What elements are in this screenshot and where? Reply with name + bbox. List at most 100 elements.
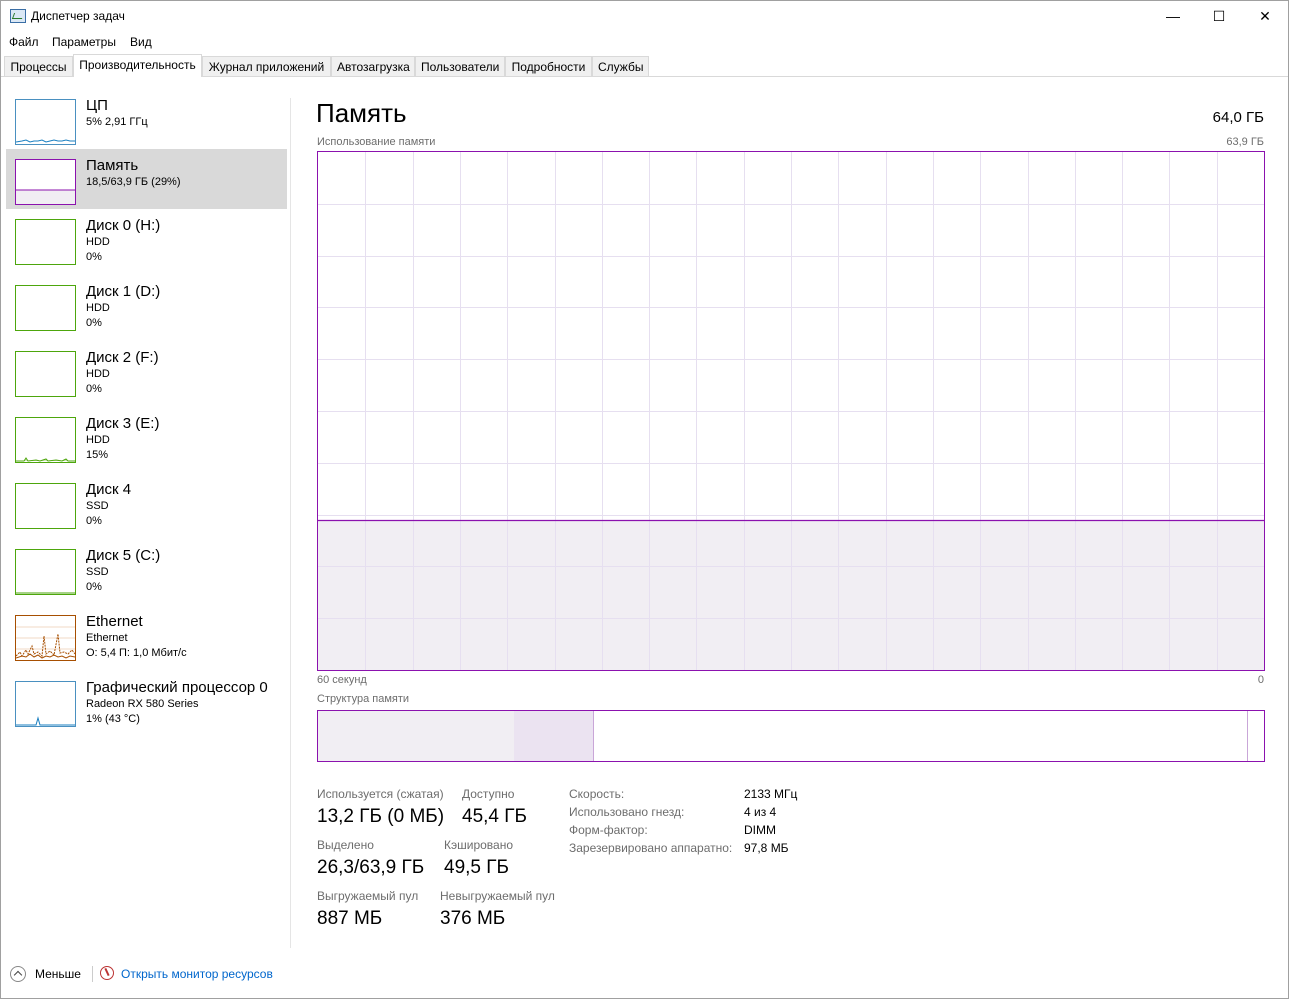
memory-composition-bar xyxy=(317,710,1265,762)
tab-processes[interactable]: Процессы xyxy=(4,56,73,76)
minimize-button[interactable]: — xyxy=(1150,1,1196,31)
sidebar-item-name: Память xyxy=(86,157,139,174)
cpu-mini-graph xyxy=(16,139,75,143)
disk2-thumbnail xyxy=(15,351,76,397)
committed-value: 26,3/63,9 ГБ xyxy=(317,857,425,878)
window-title: Диспетчер задач xyxy=(31,9,125,23)
sidebar-item-name: Диск 1 (D:) xyxy=(86,283,161,300)
sidebar-item-cpu[interactable]: ЦП 5% 2,91 ГГц xyxy=(6,97,287,157)
memory-usage-chart xyxy=(318,152,1264,670)
paged-pool-value: 887 МБ xyxy=(317,908,383,929)
sidebar-item-usage: 1% (43 °C) xyxy=(86,713,140,725)
menu-file[interactable]: Файл xyxy=(9,35,39,49)
sidebar-item-gpu[interactable]: Графический процессор 0 Radeon RX 580 Se… xyxy=(6,679,287,739)
in-use-label: Используется (сжатая) xyxy=(317,787,444,801)
sidebar-item-type: HDD xyxy=(86,368,110,380)
graph-label: Использование памяти xyxy=(317,136,436,148)
close-button[interactable]: ✕ xyxy=(1242,1,1288,31)
memory-usage-graph xyxy=(317,151,1265,671)
sidebar-item-disk-1[interactable]: Диск 1 (D:) HDD 0% xyxy=(6,283,287,343)
task-manager-icon xyxy=(10,9,26,23)
form-factor-value: DIMM xyxy=(744,823,776,837)
cached-value: 49,5 ГБ xyxy=(444,857,510,878)
available-value: 45,4 ГБ xyxy=(462,806,528,827)
sidebar-item-disk-3[interactable]: Диск 3 (E:) HDD 15% xyxy=(6,415,287,475)
disk0-thumbnail xyxy=(15,219,76,265)
sidebar-item-detail: 5% 2,91 ГГц xyxy=(86,116,148,128)
sidebar-item-type: HDD xyxy=(86,236,110,248)
footer-divider xyxy=(92,966,93,982)
menu-view[interactable]: Вид xyxy=(130,35,152,49)
hw-reserved-value: 97,8 МБ xyxy=(744,841,789,855)
in-use-value: 13,2 ГБ (0 МБ) xyxy=(317,806,445,827)
sidebar-item-disk-4[interactable]: Диск 4 SSD 0% xyxy=(6,481,287,541)
sidebar-item-memory[interactable]: Память 18,5/63,9 ГБ (29%) xyxy=(6,149,287,209)
disk5-mini-graph xyxy=(16,592,75,594)
sidebar-item-throughput: О: 5,4 П: 1,0 Мбит/с xyxy=(86,647,187,659)
sidebar-item-type: SSD xyxy=(86,566,109,578)
sidebar-item-detail: 18,5/63,9 ГБ (29%) xyxy=(86,176,181,188)
sidebar-item-disk-0[interactable]: Диск 0 (H:) HDD 0% xyxy=(6,217,287,277)
nonpaged-pool-label: Невыгружаемый пул xyxy=(440,889,555,903)
sidebar-item-usage: 0% xyxy=(86,383,102,395)
paged-pool-label: Выгружаемый пул xyxy=(317,889,419,903)
fewer-details-button[interactable]: Меньше xyxy=(35,967,81,981)
memory-structure-label: Структура памяти xyxy=(317,693,410,705)
open-resource-monitor-link[interactable]: Открыть монитор ресурсов xyxy=(121,967,273,981)
resource-monitor-icon xyxy=(100,966,114,980)
cached-label: Кэшировано xyxy=(444,838,514,852)
tab-app-history[interactable]: Журнал приложений xyxy=(202,56,331,76)
menu-options[interactable]: Параметры xyxy=(52,35,116,49)
time-axis-right: 0 xyxy=(1257,674,1264,686)
disk4-thumbnail xyxy=(15,483,76,529)
sidebar-item-name: Графический процессор 0 xyxy=(86,679,268,696)
time-axis-left: 60 секунд xyxy=(317,674,367,686)
sidebar-item-model: Radeon RX 580 Series xyxy=(86,698,199,710)
speed-label: Скорость: xyxy=(569,787,625,801)
title-bar[interactable]: Диспетчер задач — ☐ ✕ xyxy=(1,1,1288,32)
cpu-thumbnail xyxy=(15,99,76,145)
sidebar-item-disk-2[interactable]: Диск 2 (F:) HDD 0% xyxy=(6,349,287,409)
sidebar-item-name: Ethernet xyxy=(86,613,143,630)
slots-value: 4 из 4 xyxy=(744,805,777,819)
tab-startup[interactable]: Автозагрузка xyxy=(331,56,415,76)
form-factor-label: Форм-фактор: xyxy=(569,823,648,837)
tab-services[interactable]: Службы xyxy=(592,56,649,76)
hw-reserved-label: Зарезервировано аппаратно: xyxy=(569,841,733,855)
ethernet-mini-graph xyxy=(16,626,75,659)
gpu-thumbnail xyxy=(15,681,76,727)
tab-details[interactable]: Подробности xyxy=(505,56,592,76)
memory-mini-graph xyxy=(16,189,75,204)
sidebar-item-name: ЦП xyxy=(86,97,108,114)
sidebar-item-name: Диск 0 (H:) xyxy=(86,217,161,234)
sidebar-item-type: SSD xyxy=(86,500,109,512)
maximize-button[interactable]: ☐ xyxy=(1196,1,1242,31)
memory-thumbnail xyxy=(15,159,76,205)
sidebar-item-usage: 0% xyxy=(86,581,102,593)
chevron-up-icon[interactable] xyxy=(10,966,26,982)
sidebar-divider xyxy=(290,98,291,948)
sidebar-item-disk-5[interactable]: Диск 5 (C:) SSD 0% xyxy=(6,547,287,607)
disk5-thumbnail xyxy=(15,549,76,595)
sidebar-item-name: Диск 5 (C:) xyxy=(86,547,161,564)
close-icon: ✕ xyxy=(1259,7,1271,24)
tab-performance[interactable]: Производительность xyxy=(73,54,202,77)
task-manager-window: Диспетчер задач — ☐ ✕ Файл Параметры Вид… xyxy=(0,0,1289,999)
committed-label: Выделено xyxy=(317,838,374,852)
tab-users[interactable]: Пользователи xyxy=(415,56,505,76)
menu-bar: Файл Параметры Вид xyxy=(1,32,1288,52)
available-label: Доступно xyxy=(462,787,515,801)
sidebar-item-usage: 0% xyxy=(86,515,102,527)
composition-modified xyxy=(514,711,594,761)
speed-value: 2133 МГц xyxy=(744,787,798,801)
sidebar-item-type: HDD xyxy=(86,302,110,314)
disk3-thumbnail xyxy=(15,417,76,463)
sidebar-item-name: Диск 4 xyxy=(86,481,132,498)
ethernet-thumbnail xyxy=(15,615,76,661)
sidebar-item-ethernet[interactable]: Ethernet Ethernet О: 5,4 П: 1,0 Мбит/с xyxy=(6,613,287,673)
composition-free-divider xyxy=(1247,711,1248,761)
minimize-icon: — xyxy=(1166,8,1180,24)
disk1-thumbnail xyxy=(15,285,76,331)
graph-max-label: 63,9 ГБ xyxy=(1226,136,1264,148)
sidebar-item-name: Диск 3 (E:) xyxy=(86,415,160,432)
